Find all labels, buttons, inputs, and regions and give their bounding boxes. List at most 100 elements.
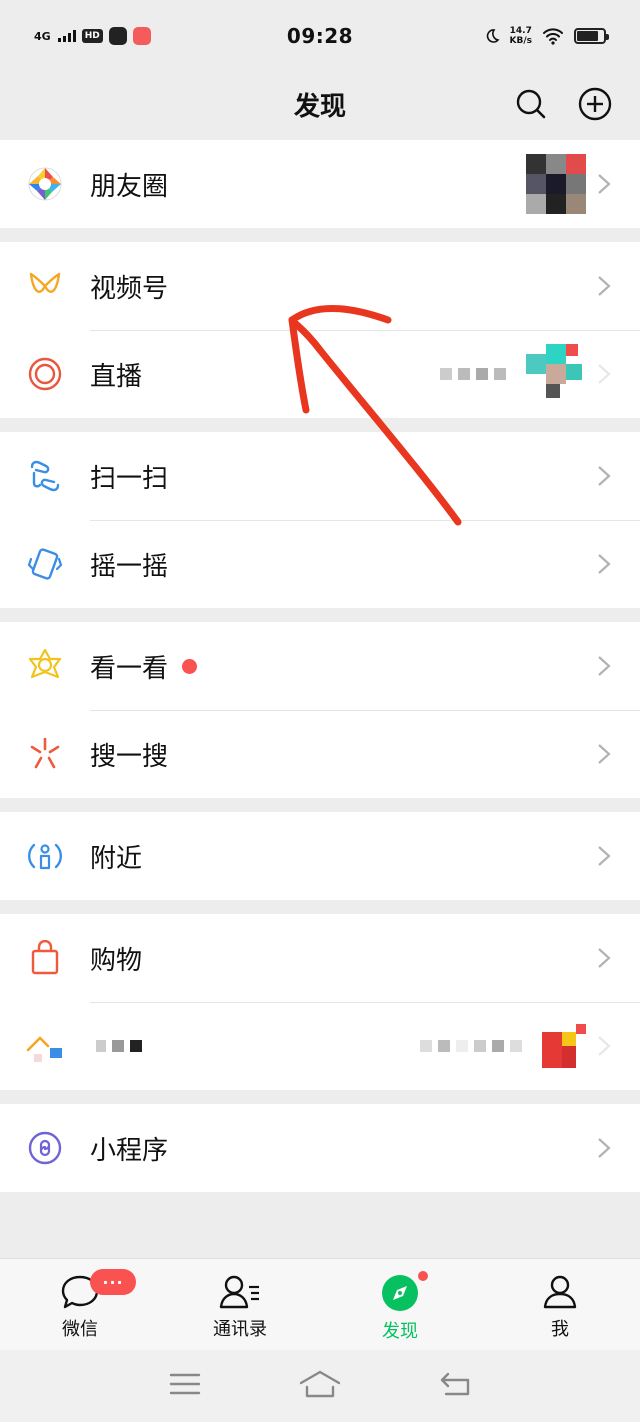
back-nav-button[interactable] (438, 1370, 472, 1402)
redacted-text (440, 368, 506, 380)
menu-item-label: 看一看 (90, 653, 169, 684)
clock: 09:28 (286, 24, 354, 48)
menu-group-mini-programs: 小程序 (0, 1104, 640, 1192)
nearby-icon (0, 812, 90, 900)
menu-group-nearby: 附近 (0, 812, 640, 900)
top-stories-icon (0, 622, 90, 710)
tab-label: 通讯录 (213, 1319, 267, 1340)
moments-icon (0, 140, 90, 228)
battery-icon (574, 28, 609, 44)
menu-item-right (420, 1024, 640, 1068)
live-icon (0, 330, 90, 418)
new-content-dot (416, 1269, 430, 1283)
redacted-text (420, 1040, 522, 1052)
redacted-label (96, 1040, 142, 1052)
menu-item-label: 扫一扫 (90, 463, 169, 494)
menu-item-label: 小程序 (90, 1135, 169, 1166)
menu-item-label: 直播 (90, 361, 143, 392)
menu-item-label: 视频号 (90, 273, 169, 304)
menu-item-label: 摇一摇 (90, 551, 169, 582)
hd-badge: HD (81, 29, 103, 43)
menu-item-channels[interactable]: 视频号 (0, 242, 640, 330)
menu-group-shopping: 购物 (0, 914, 640, 1090)
menu-item-right (440, 344, 640, 404)
menu-item-label: 购物 (90, 945, 143, 976)
plus-circle-icon (578, 87, 612, 121)
menu-group-channels: 视频号 直播 (0, 242, 640, 418)
network-type: 4G (34, 29, 51, 43)
tab-me[interactable]: 我 (480, 1259, 640, 1350)
home-nav-button[interactable] (298, 1369, 342, 1403)
tab-label: 我 (551, 1319, 569, 1340)
tab-discover[interactable]: 发现 (320, 1259, 480, 1350)
chevron-right-icon (598, 744, 611, 764)
menu-item-live[interactable]: 直播 (0, 330, 640, 418)
discover-icon (382, 1275, 418, 1311)
menu-group-stories: 看一看 搜一搜 (0, 622, 640, 798)
status-bar: 4G HD 09:28 14.7 KB/s (0, 0, 640, 72)
system-nav-bar (0, 1350, 640, 1422)
tab-bar: 微信 ··· 通讯录 发现 我 (0, 1258, 640, 1350)
shake-icon (0, 520, 90, 608)
home-icon (299, 1370, 341, 1398)
menu-item-top-stories[interactable]: 看一看 (0, 622, 640, 710)
discover-menu: 朋友圈 视频号 直播 扫一扫 摇一摇 看一看 搜一搜 附近 购物 小程序 (0, 140, 640, 1206)
speed-unit: KB/s (509, 36, 532, 46)
menu-icon (169, 1373, 201, 1395)
contacts-icon (219, 1275, 259, 1309)
shield-app-icon (108, 27, 127, 45)
chevron-right-icon (598, 846, 611, 866)
search-button[interactable] (511, 84, 551, 124)
menu-item-label: 朋友圈 (90, 171, 169, 202)
back-icon (440, 1372, 470, 1396)
menu-item-right (596, 946, 640, 970)
tab-contacts[interactable]: 通讯录 (160, 1259, 320, 1350)
game-icon (0, 1002, 90, 1090)
chevron-right-icon (598, 174, 611, 194)
menu-item-label: 附近 (90, 843, 143, 874)
search-icon (516, 89, 546, 119)
network-speed: 14.7 KB/s (510, 26, 532, 46)
menu-item-shopping[interactable]: 购物 (0, 914, 640, 1002)
menu-item-games[interactable] (0, 1002, 640, 1090)
menu-item-label: 搜一搜 (90, 741, 169, 772)
tab-label: 微信 (62, 1319, 98, 1340)
menu-item-right (526, 154, 640, 214)
app-notification-icon (132, 27, 151, 45)
chevron-right-icon (598, 1138, 611, 1158)
menu-group-scan: 扫一扫 摇一摇 (0, 432, 640, 608)
moon-icon (486, 29, 500, 43)
scan-icon (0, 432, 90, 520)
status-left: 4G HD (34, 27, 254, 45)
menu-item-right (596, 552, 640, 576)
menu-item-nearby[interactable]: 附近 (0, 812, 640, 900)
menu-group-moments: 朋友圈 (0, 140, 640, 228)
tab-label: 发现 (382, 1321, 418, 1342)
menu-item-mini-programs[interactable]: 小程序 (0, 1104, 640, 1192)
live-thumbnail (526, 344, 586, 404)
chevron-right-icon (598, 364, 611, 384)
moments-thumbnail (526, 154, 586, 214)
menu-item-scan[interactable]: 扫一扫 (0, 432, 640, 520)
chevron-right-icon (598, 276, 611, 296)
menu-item-moments[interactable]: 朋友圈 (0, 140, 640, 228)
search-feature-icon (0, 710, 90, 798)
games-thumbnail (542, 1024, 586, 1068)
menu-item-right (596, 844, 640, 868)
chevron-right-icon (598, 948, 611, 968)
menu-item-right (596, 1136, 640, 1160)
menu-nav-button[interactable] (168, 1371, 202, 1401)
menu-item-right (596, 742, 640, 766)
signal-icon (57, 30, 76, 42)
menu-item-shake[interactable]: 摇一摇 (0, 520, 640, 608)
chevron-right-icon (598, 656, 611, 676)
add-button[interactable] (575, 84, 615, 124)
chevron-right-icon (598, 554, 611, 574)
wifi-icon (543, 28, 563, 45)
me-icon (543, 1275, 577, 1309)
speed-value: 14.7 (509, 26, 532, 36)
tab-chats[interactable]: 微信 ··· (0, 1259, 160, 1350)
menu-item-search[interactable]: 搜一搜 (0, 710, 640, 798)
menu-item-right (596, 464, 640, 488)
status-right: 14.7 KB/s (386, 26, 609, 46)
